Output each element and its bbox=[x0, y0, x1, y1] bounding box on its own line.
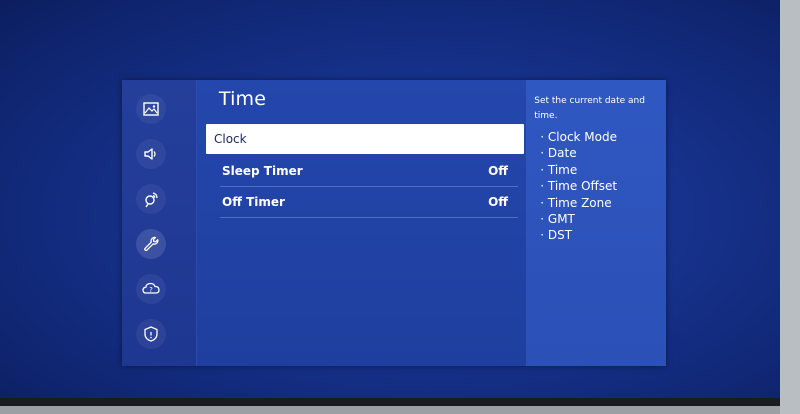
menu-item-label: Sleep Timer bbox=[222, 164, 303, 178]
help-list-item: Time bbox=[540, 162, 617, 178]
menu-item-label: Clock bbox=[214, 132, 247, 146]
help-list-item: Date bbox=[540, 145, 617, 161]
help-list-item: Clock Mode bbox=[540, 129, 617, 145]
help-list: Clock Mode Date Time Time Offset Time Zo… bbox=[540, 129, 617, 244]
privacy-shield-icon bbox=[144, 326, 158, 342]
sidebar-item-sound[interactable] bbox=[136, 139, 166, 169]
settings-sidebar: ? bbox=[122, 80, 197, 366]
sidebar-item-support[interactable]: ? bbox=[136, 274, 166, 304]
general-wrench-icon bbox=[144, 236, 159, 252]
wall-background bbox=[780, 0, 800, 414]
help-panel: Set the current date and time. Clock Mod… bbox=[526, 80, 666, 366]
broadcasting-icon bbox=[145, 192, 158, 208]
sidebar-item-privacy[interactable] bbox=[136, 319, 166, 349]
page-title: Time bbox=[218, 88, 267, 110]
help-description: Set the current date and time. bbox=[534, 96, 645, 121]
picture-icon bbox=[143, 102, 159, 116]
divider bbox=[220, 217, 518, 218]
help-list-item: DST bbox=[540, 227, 617, 243]
sidebar-item-broadcasting[interactable] bbox=[136, 184, 166, 214]
menu-item-off-timer[interactable]: Off Timer Off bbox=[206, 187, 524, 217]
help-list-item: GMT bbox=[540, 211, 617, 227]
support-icon: ? bbox=[142, 282, 160, 294]
help-list-item: Time Zone bbox=[540, 195, 617, 211]
menu-item-sleep-timer[interactable]: Sleep Timer Off bbox=[206, 156, 524, 186]
sound-icon bbox=[144, 148, 156, 160]
settings-menu-panel: ? Time Set the current date and time. Cl… bbox=[122, 80, 666, 366]
time-menu: Time bbox=[196, 80, 527, 366]
sidebar-item-general[interactable] bbox=[136, 229, 166, 259]
menu-item-clock[interactable]: Clock bbox=[206, 124, 524, 154]
svg-text:?: ? bbox=[149, 286, 153, 294]
menu-item-label: Off Timer bbox=[222, 195, 285, 209]
help-list-item: Time Offset bbox=[540, 178, 617, 194]
sidebar-item-picture[interactable] bbox=[136, 94, 166, 124]
menu-item-value: Off bbox=[488, 195, 508, 209]
menu-item-value: Off bbox=[488, 164, 508, 178]
